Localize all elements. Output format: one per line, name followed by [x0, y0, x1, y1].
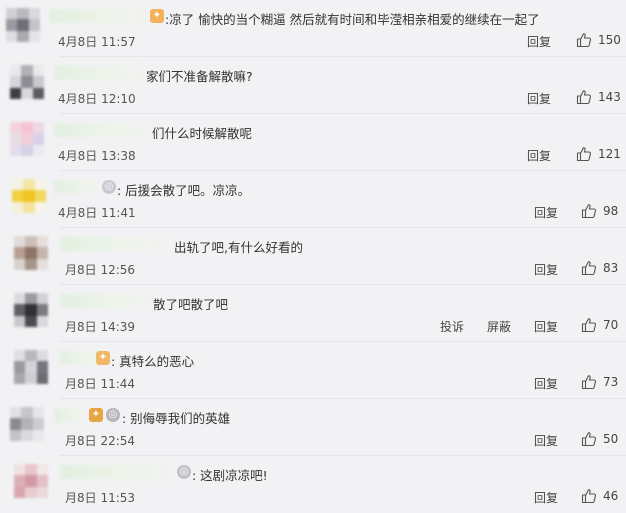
username[interactable]	[54, 180, 100, 194]
comment-item: 们什么时候解散呢 4月8日 13:38 回复 121	[0, 114, 626, 171]
comment-time: 4月8日 11:41	[58, 206, 136, 220]
comment-item: ✦ : 真特么的恶心 月8日 11:44 回复 73	[0, 342, 626, 399]
avatar[interactable]	[14, 236, 48, 270]
reply-button[interactable]: 回复	[534, 204, 558, 221]
like-button[interactable]: 70	[581, 316, 618, 334]
comment-text: : 别侮辱我们的英雄	[122, 411, 231, 426]
like-count: 46	[603, 489, 619, 503]
avatar[interactable]	[14, 464, 48, 498]
comment-time: 月8日 11:53	[65, 491, 136, 505]
medal-icon: ◎	[106, 408, 120, 422]
like-button[interactable]: 73	[581, 373, 618, 391]
username[interactable]	[54, 66, 144, 80]
avatar[interactable]	[10, 407, 44, 441]
comment-item: 散了吧散了吧 月8日 14:39 投诉 屏蔽 回复 70	[0, 285, 626, 342]
like-button[interactable]: 121	[576, 145, 621, 163]
username[interactable]	[54, 123, 150, 137]
like-button[interactable]: 98	[581, 202, 618, 220]
report-button[interactable]: 投诉	[440, 318, 464, 335]
comment-text: : 这剧凉凉吧!	[192, 468, 268, 483]
avatar[interactable]	[6, 8, 40, 42]
like-count: 143	[598, 90, 621, 104]
like-count: 98	[603, 204, 619, 218]
comment-time: 4月8日 13:38	[58, 149, 136, 163]
thumbs-up-icon	[581, 432, 597, 447]
medal-icon: ◎	[102, 180, 116, 194]
fan-badge-icon: ✦	[150, 9, 164, 23]
comment-text: 出轨了吧,有什么好看的	[174, 240, 303, 255]
comment-text: 散了吧散了吧	[153, 297, 229, 312]
comment-time: 月8日 14:39	[65, 320, 136, 334]
username[interactable]	[50, 9, 150, 23]
comment-item: 家们不准备解散嘛? 4月8日 12:10 回复 143	[0, 57, 626, 114]
username[interactable]	[60, 294, 152, 308]
comment-item: ◎ : 这剧凉凉吧! 月8日 11:53 回复 46	[0, 456, 626, 513]
comment-text: : 真特么的恶心	[111, 354, 195, 369]
reply-button[interactable]: 回复	[534, 432, 558, 449]
comment-text: 家们不准备解散嘛?	[146, 69, 253, 84]
thumbs-up-icon	[576, 33, 592, 48]
comment-item: 出轨了吧,有什么好看的 月8日 12:56 回复 83	[0, 228, 626, 285]
comment-text: :凉了 愉快的当个糊逼 然后就有时间和毕滢相亲相爱的继续在一起了	[165, 12, 540, 27]
thumbs-up-icon	[581, 204, 597, 219]
comment-time: 4月8日 12:10	[58, 92, 136, 106]
like-count: 83	[603, 261, 619, 275]
comment-time: 月8日 22:54	[65, 434, 136, 448]
like-button[interactable]: 83	[581, 259, 618, 277]
like-count: 50	[603, 432, 619, 446]
comment-item: ✦ :凉了 愉快的当个糊逼 然后就有时间和毕滢相亲相爱的继续在一起了 4月8日 …	[0, 0, 626, 57]
like-button[interactable]: 46	[581, 487, 618, 505]
like-button[interactable]: 50	[581, 430, 618, 448]
like-count: 73	[603, 375, 619, 389]
avatar[interactable]	[10, 122, 44, 156]
comment-text: : 后援会散了吧。凉凉。	[117, 183, 251, 198]
like-button[interactable]: 150	[576, 31, 621, 49]
like-count: 150	[598, 33, 621, 47]
thumbs-up-icon	[581, 318, 597, 333]
comment-text: 们什么时候解散呢	[152, 126, 253, 141]
username[interactable]	[54, 408, 88, 422]
avatar[interactable]	[12, 179, 46, 213]
username[interactable]	[60, 237, 162, 251]
reply-button[interactable]: 回复	[534, 261, 558, 278]
comment-time: 月8日 11:44	[65, 377, 136, 391]
comment-time: 4月8日 11:57	[58, 35, 136, 49]
comment-item: ✦ ◎ : 别侮辱我们的英雄 月8日 22:54 回复 50	[0, 399, 626, 456]
like-count: 70	[603, 318, 619, 332]
username[interactable]	[60, 465, 172, 479]
fan-badge-icon: ✦	[89, 408, 103, 422]
comment-item: ◎ : 后援会散了吧。凉凉。 4月8日 11:41 回复 98	[0, 171, 626, 228]
avatar[interactable]	[10, 65, 44, 99]
thumbs-up-icon	[581, 375, 597, 390]
avatar[interactable]	[14, 350, 48, 384]
medal-icon: ◎	[177, 465, 191, 479]
reply-button[interactable]: 回复	[534, 375, 558, 392]
block-button[interactable]: 屏蔽	[487, 318, 511, 335]
reply-button[interactable]: 回复	[527, 90, 551, 107]
like-count: 121	[598, 147, 621, 161]
reply-button[interactable]: 回复	[534, 318, 558, 335]
avatar[interactable]	[14, 293, 48, 327]
thumbs-up-icon	[576, 147, 592, 162]
fan-badge-icon: ✦	[96, 351, 110, 365]
thumbs-up-icon	[581, 489, 597, 504]
reply-button[interactable]: 回复	[527, 147, 551, 164]
reply-button[interactable]: 回复	[534, 489, 558, 506]
like-button[interactable]: 143	[576, 88, 621, 106]
comment-time: 月8日 12:56	[65, 263, 136, 277]
thumbs-up-icon	[576, 90, 592, 105]
reply-button[interactable]: 回复	[527, 33, 551, 50]
thumbs-up-icon	[581, 261, 597, 276]
